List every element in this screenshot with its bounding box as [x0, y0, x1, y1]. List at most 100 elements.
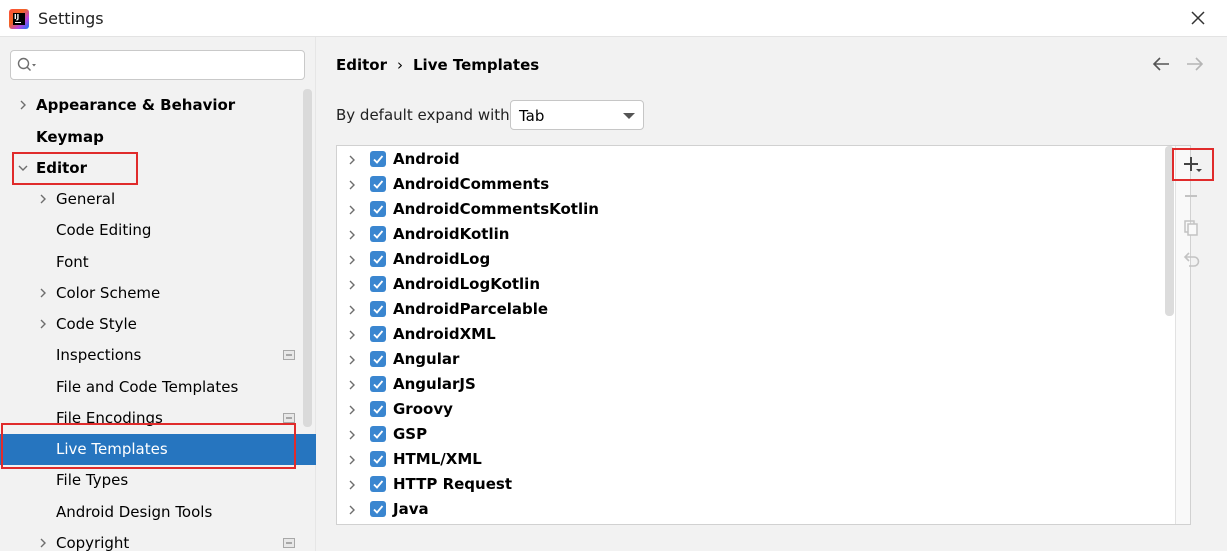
sidebar-item-android-design-tools[interactable]: Android Design Tools — [0, 497, 316, 528]
template-group-checkbox[interactable] — [370, 276, 386, 292]
template-group-checkbox[interactable] — [370, 326, 386, 342]
checkmark-icon — [373, 280, 384, 289]
chevron-right-icon[interactable] — [346, 429, 358, 441]
expand-with-label: By default expand with — [336, 106, 510, 124]
template-group-row[interactable]: AndroidXML — [337, 322, 1163, 347]
chevron-right-icon[interactable] — [346, 454, 358, 466]
checkmark-icon — [373, 155, 384, 164]
sidebar-item-label: Copyright — [56, 534, 130, 551]
template-group-checkbox[interactable] — [370, 176, 386, 192]
chevron-right-icon[interactable] — [346, 229, 358, 241]
copy-button[interactable] — [1177, 214, 1205, 242]
template-group-row[interactable]: AndroidCommentsKotlin — [337, 197, 1163, 222]
template-group-row[interactable]: Android — [337, 147, 1163, 172]
checkmark-icon — [373, 505, 384, 514]
breadcrumb-separator: › — [397, 56, 403, 74]
template-group-row[interactable]: AndroidParcelable — [337, 297, 1163, 322]
templates-scrollbar[interactable] — [1163, 146, 1175, 316]
sidebar-item-general[interactable]: General — [0, 184, 316, 215]
sidebar-item-code-editing[interactable]: Code Editing — [0, 215, 316, 246]
checkmark-icon — [373, 405, 384, 414]
template-group-name: AndroidComments — [393, 175, 550, 193]
template-group-checkbox[interactable] — [370, 426, 386, 442]
template-group-checkbox[interactable] — [370, 376, 386, 392]
sidebar-item-font[interactable]: Font — [0, 247, 316, 278]
template-group-checkbox[interactable] — [370, 226, 386, 242]
template-group-checkbox[interactable] — [370, 501, 386, 517]
template-group-name: AndroidCommentsKotlin — [393, 200, 599, 218]
template-group-checkbox[interactable] — [370, 251, 386, 267]
chevron-right-icon[interactable] — [346, 479, 358, 491]
project-settings-icon — [283, 350, 295, 360]
template-group-row[interactable]: Groovy — [337, 397, 1163, 422]
breadcrumb-parent[interactable]: Editor — [336, 56, 387, 74]
chevron-right-icon[interactable] — [346, 379, 358, 391]
chevron-right-icon[interactable] — [346, 204, 358, 216]
expand-with-dropdown[interactable]: Tab — [510, 100, 644, 130]
template-group-row[interactable]: HTML/XML — [337, 447, 1163, 472]
template-group-checkbox[interactable] — [370, 351, 386, 367]
copy-icon — [1184, 220, 1198, 236]
template-group-row[interactable]: AndroidLog — [337, 247, 1163, 272]
template-group-row[interactable]: HTTP Request — [337, 472, 1163, 497]
sidebar-item-editor[interactable]: Editor — [0, 153, 316, 184]
template-group-checkbox[interactable] — [370, 201, 386, 217]
sidebar-item-file-types[interactable]: File Types — [0, 465, 316, 496]
checkmark-icon — [373, 455, 384, 464]
sidebar-item-label: Font — [56, 253, 89, 271]
sidebar-item-label: Color Scheme — [56, 284, 161, 302]
template-group-row[interactable]: AndroidComments — [337, 172, 1163, 197]
template-group-row[interactable]: GSP — [337, 422, 1163, 447]
template-group-row[interactable]: Angular — [337, 347, 1163, 372]
sidebar-item-label: File Types — [56, 471, 129, 489]
template-group-checkbox[interactable] — [370, 401, 386, 417]
sidebar-item-copyright[interactable]: Copyright — [0, 528, 316, 551]
chevron-right-icon — [40, 194, 46, 204]
chevron-right-icon[interactable] — [346, 279, 358, 291]
sidebar-item-label: Appearance & Behavior — [36, 96, 236, 114]
chevron-right-icon[interactable] — [346, 504, 358, 516]
sidebar-item-keymap[interactable]: Keymap — [0, 122, 316, 153]
sidebar-item-file-code-templates[interactable]: File and Code Templates — [0, 372, 316, 403]
chevron-right-icon[interactable] — [346, 179, 358, 191]
chevron-right-icon[interactable] — [346, 254, 358, 266]
template-group-checkbox[interactable] — [370, 151, 386, 167]
chevron-right-icon — [40, 288, 46, 298]
template-group-checkbox[interactable] — [370, 301, 386, 317]
sidebar-item-inspections[interactable]: Inspections — [0, 340, 316, 371]
sidebar-item-live-templates[interactable]: Live Templates — [0, 434, 316, 465]
template-group-row[interactable]: Java — [337, 497, 1163, 522]
template-group-name: HTTP Request — [393, 475, 512, 493]
template-group-row[interactable]: AngularJS — [337, 372, 1163, 397]
expand-with-value: Tab — [519, 107, 545, 125]
checkmark-icon — [373, 255, 384, 264]
sidebar-item-appearance-behavior[interactable]: Appearance & Behavior — [0, 90, 316, 121]
checkmark-icon — [373, 205, 384, 214]
chevron-right-icon[interactable] — [346, 404, 358, 416]
template-group-row[interactable]: AndroidKotlin — [337, 222, 1163, 247]
restore-button[interactable] — [1177, 246, 1205, 274]
remove-button[interactable] — [1177, 182, 1205, 210]
close-button[interactable] — [1187, 7, 1209, 29]
add-button[interactable] — [1177, 151, 1205, 179]
chevron-right-icon[interactable] — [346, 304, 358, 316]
template-group-row[interactable]: AndroidLogKotlin — [337, 272, 1163, 297]
template-group-name: HTML/XML — [393, 450, 482, 468]
breadcrumb: Editor › Live Templates — [336, 56, 539, 74]
sidebar-item-code-style[interactable]: Code Style — [0, 309, 316, 340]
sidebar-item-color-scheme[interactable]: Color Scheme — [0, 278, 316, 309]
sidebar-item-label: Code Style — [56, 315, 137, 333]
chevron-right-icon[interactable] — [346, 354, 358, 366]
sidebar-item-label: File Encodings — [56, 409, 163, 427]
chevron-right-icon[interactable] — [346, 329, 358, 341]
add-icon — [1184, 157, 1202, 172]
template-group-checkbox[interactable] — [370, 451, 386, 467]
forward-button[interactable] — [1185, 55, 1205, 77]
template-group-name: AndroidKotlin — [393, 225, 510, 243]
sidebar-item-file-encodings[interactable]: File Encodings — [0, 403, 316, 434]
chevron-right-icon[interactable] — [346, 154, 358, 166]
search-input[interactable] — [10, 50, 305, 80]
back-button[interactable] — [1151, 55, 1171, 77]
template-group-name: AngularJS — [393, 375, 476, 393]
template-group-checkbox[interactable] — [370, 476, 386, 492]
